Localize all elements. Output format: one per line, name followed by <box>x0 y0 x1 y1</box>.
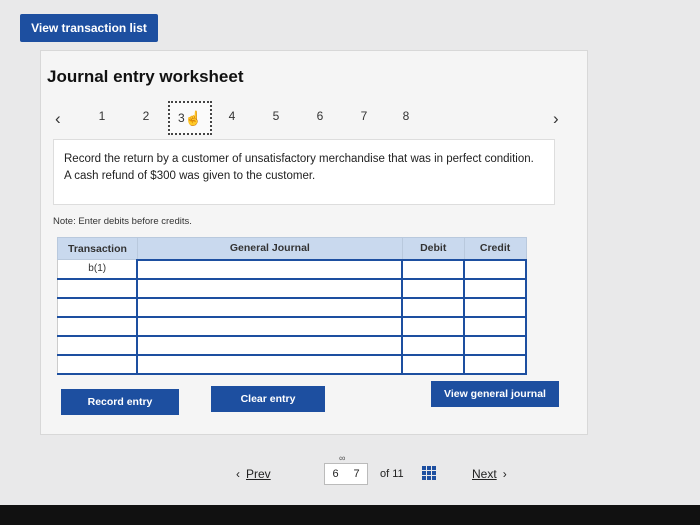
grid-icon[interactable] <box>422 466 436 480</box>
page-selector[interactable]: 6 7 <box>324 463 368 485</box>
credit-header: Credit <box>463 237 527 260</box>
account-input[interactable] <box>136 296 404 318</box>
transaction-cell <box>57 297 138 318</box>
chevron-right-icon[interactable]: › <box>553 109 559 129</box>
link-icon: ∞ <box>339 453 346 463</box>
next-label: Next <box>472 467 497 481</box>
prev-label: Prev <box>246 467 271 481</box>
page-6[interactable]: 6 <box>332 468 338 480</box>
debit-input[interactable] <box>401 277 466 299</box>
bottom-bar <box>0 505 700 525</box>
view-general-journal-button[interactable]: View general journal <box>431 381 559 407</box>
general-journal-header: General Journal <box>136 237 403 260</box>
account-input[interactable] <box>136 353 404 376</box>
credit-input[interactable] <box>463 315 527 337</box>
table-row <box>57 315 527 337</box>
instruction-box: Record the return by a customer of unsat… <box>53 139 555 205</box>
credit-input[interactable] <box>463 296 527 318</box>
account-input[interactable] <box>136 258 404 280</box>
clear-entry-button[interactable]: Clear entry <box>211 386 325 412</box>
step-8[interactable]: 8 <box>397 109 415 123</box>
view-transaction-list-button[interactable]: View transaction list <box>20 14 158 42</box>
page-total: of 11 <box>380 468 404 480</box>
debit-input[interactable] <box>401 315 466 337</box>
next-button[interactable]: Next › <box>472 467 507 481</box>
table-row <box>57 296 527 318</box>
transaction-header: Transaction <box>57 237 138 260</box>
transaction-cell <box>57 278 138 299</box>
account-input[interactable] <box>136 334 404 356</box>
transaction-cell <box>57 335 138 356</box>
step-7[interactable]: 7 <box>355 109 373 123</box>
step-6[interactable]: 6 <box>311 109 329 123</box>
step-3[interactable]: 3 ☝ <box>168 101 212 135</box>
debit-input[interactable] <box>401 296 466 318</box>
transaction-cell <box>57 316 138 337</box>
prev-button[interactable]: ‹ Prev <box>236 467 271 481</box>
step-3-label: 3 <box>177 111 185 125</box>
credit-input[interactable] <box>463 334 527 356</box>
account-input[interactable] <box>136 277 404 299</box>
account-input[interactable] <box>136 315 404 337</box>
chevron-left-icon[interactable]: ‹ <box>55 109 61 129</box>
step-1[interactable]: 1 <box>93 109 111 123</box>
table-row <box>57 334 527 356</box>
worksheet-title: Journal entry worksheet <box>47 67 244 86</box>
step-5[interactable]: 5 <box>267 109 285 123</box>
record-entry-button[interactable]: Record entry <box>61 389 179 415</box>
transaction-cell: b(1) <box>57 259 138 280</box>
debit-input[interactable] <box>401 258 466 280</box>
credit-input[interactable] <box>463 258 527 280</box>
journal-entry-table: Transaction General Journal Debit Credit… <box>57 237 527 376</box>
table-row: b(1) <box>57 258 527 280</box>
chevron-left-icon: ‹ <box>236 467 240 481</box>
debit-header: Debit <box>401 237 465 260</box>
debit-input[interactable] <box>401 334 466 356</box>
credit-input[interactable] <box>463 277 527 299</box>
page-7[interactable]: 7 <box>353 468 359 480</box>
question-pager: ‹ Prev ∞ 6 7 of 11 Next › <box>236 453 536 488</box>
step-4[interactable]: 4 <box>223 109 241 123</box>
journal-entry-worksheet: Journal entry worksheet ‹ 1 2 3 ☝ 4 5 6 … <box>40 50 588 435</box>
table-row <box>57 277 527 299</box>
transaction-cell <box>57 354 138 376</box>
hand-pointer-icon: ☝ <box>184 109 203 126</box>
credit-input[interactable] <box>463 353 527 376</box>
debit-credit-note: Note: Enter debits before credits. <box>53 216 192 227</box>
debit-input[interactable] <box>401 353 466 376</box>
step-2[interactable]: 2 <box>137 109 155 123</box>
step-navigation: ‹ 1 2 3 ☝ 4 5 6 7 8 › <box>53 101 583 135</box>
chevron-right-icon: › <box>502 467 507 481</box>
table-row <box>57 353 527 376</box>
